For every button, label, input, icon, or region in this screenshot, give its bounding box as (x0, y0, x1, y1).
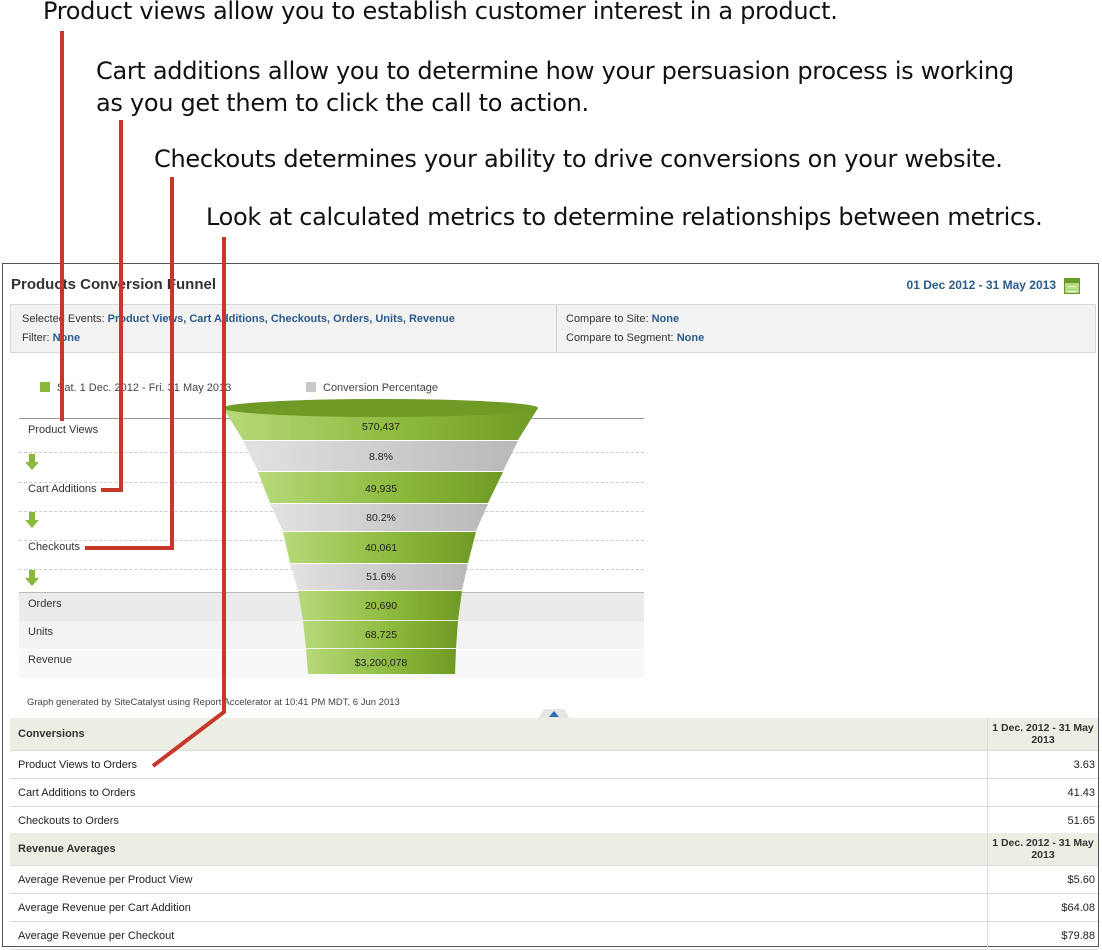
annotation-leader-lines (60, 31, 226, 768)
leader-checkouts (85, 177, 174, 550)
leader-cart-additions (101, 120, 123, 492)
leader-calculated-metrics (151, 237, 226, 768)
